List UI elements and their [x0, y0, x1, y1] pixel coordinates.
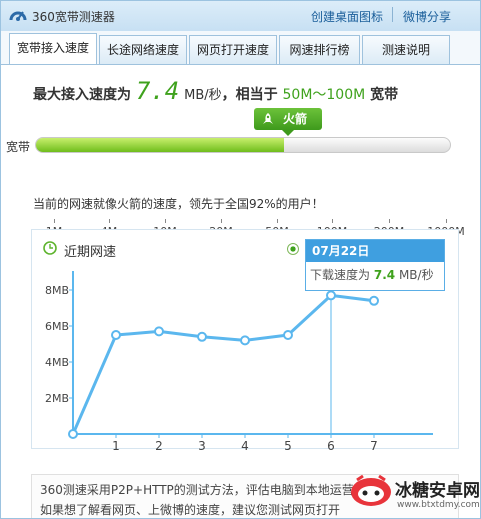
speed-data-point — [154, 326, 164, 337]
x-tick-label: 7 — [370, 439, 378, 453]
speed-data-point — [111, 330, 121, 340]
y-tick-label: 2MB — [45, 392, 69, 405]
tooltip-unit: MB/秒 — [398, 268, 434, 282]
x-tick-label: 2 — [155, 439, 163, 453]
x-tick-label: 3 — [198, 439, 206, 453]
watermark-logo — [351, 474, 391, 506]
speed-data-point — [326, 290, 336, 301]
info-line-1: 360测速采用P2P+HTTP的测试方法，评估电脑到本地运营商 — [40, 483, 366, 497]
x-tick-label: 5 — [284, 439, 292, 453]
info-line-2: 如果想了解看网页、上微博的速度，建议您测试网页打开 — [40, 503, 341, 517]
x-tick-label: 1 — [112, 439, 120, 453]
y-tick-label: 8MB — [45, 284, 69, 297]
watermark-url: www.btxtdmy.com — [397, 500, 480, 510]
speed-data-point — [68, 429, 78, 439]
tooltip-date: 07月22日 — [306, 240, 444, 262]
watermark-name: 冰糖安卓网 — [395, 481, 480, 501]
speed-data-point — [283, 330, 293, 340]
y-tick-label: 4MB — [45, 356, 69, 369]
speed-tooltip: 07月22日 下载速度为 7.4 MB/秒 — [305, 239, 445, 291]
tooltip-value: 7.4 — [373, 268, 396, 282]
watermark: 冰糖安卓网 www.btxtdmy.com — [347, 464, 480, 518]
speed-data-point — [240, 335, 250, 346]
tooltip-pin-icon — [287, 243, 299, 255]
y-tick-label: 6MB — [45, 320, 69, 333]
tooltip-label: 下载速度为 — [310, 268, 371, 282]
speed-data-point — [369, 295, 379, 306]
x-tick-label: 6 — [327, 439, 335, 453]
x-tick-label: 4 — [241, 439, 249, 453]
speed-test-window: 360宽带测速器 创建桌面图标 微博分享 宽带接入速度 长途网络速度 网页打开速… — [0, 0, 481, 519]
tooltip-body: 下载速度为 7.4 MB/秒 — [306, 262, 444, 288]
speed-data-point — [197, 331, 207, 342]
speed-series-line — [71, 293, 375, 435]
